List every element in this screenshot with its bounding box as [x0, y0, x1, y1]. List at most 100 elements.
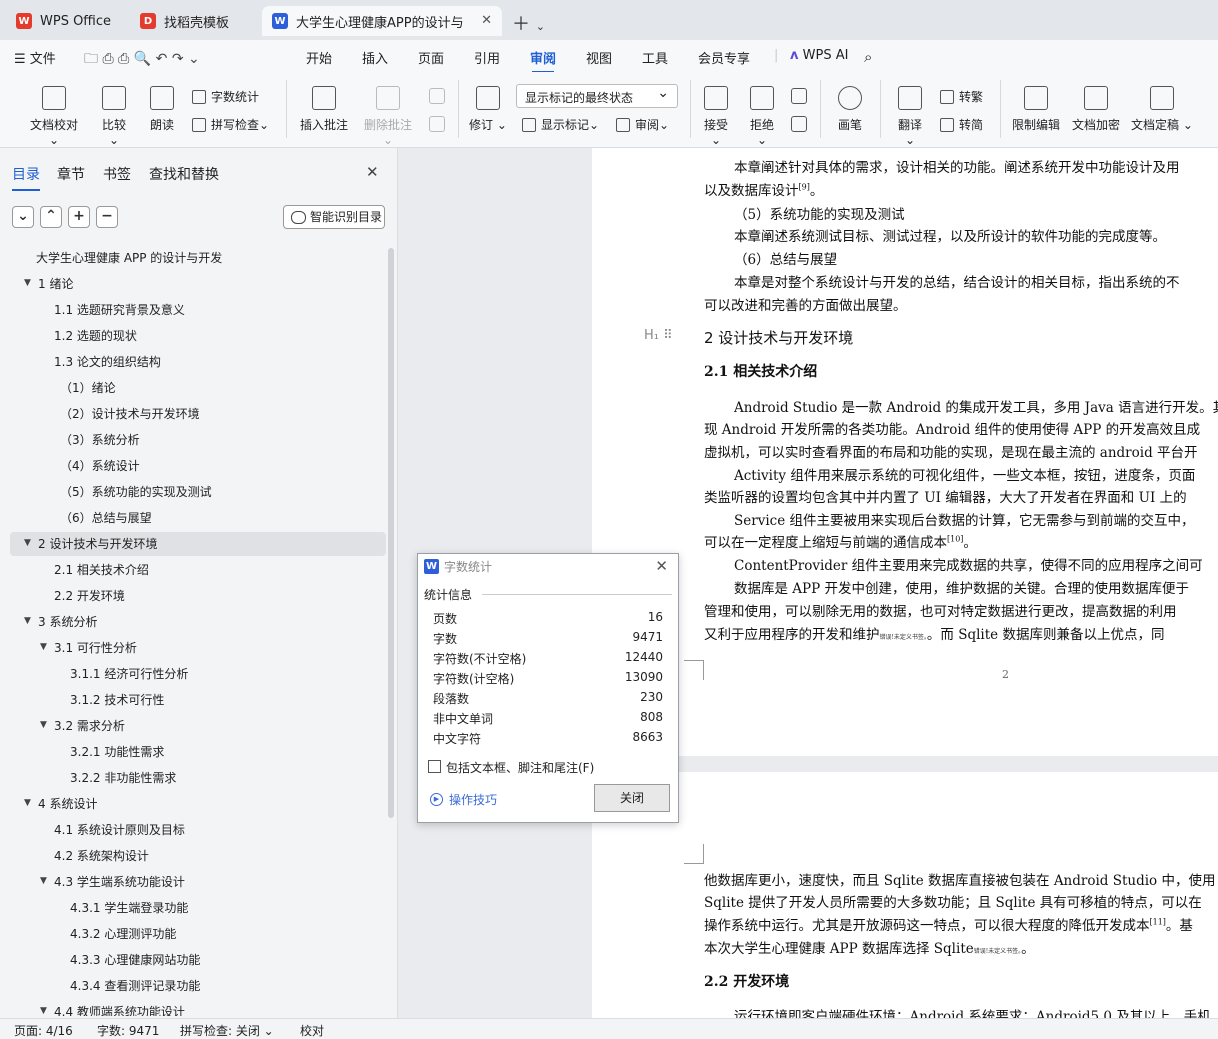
menu-page[interactable]: 页面 — [418, 48, 444, 67]
proofread-indicator[interactable]: 校对 — [300, 1022, 324, 1039]
menu-view[interactable]: 视图 — [586, 48, 612, 67]
include-textbox-checkbox[interactable] — [428, 760, 441, 773]
collapse-arrow-icon[interactable]: ▼ — [40, 642, 47, 652]
collapse-arrow-icon[interactable]: ▼ — [24, 278, 31, 288]
pen-button[interactable]: 画笔 — [834, 86, 866, 133]
tab-bookmarks[interactable]: 书签 — [103, 164, 131, 184]
toc-item[interactable]: 2.1 相关技术介绍 — [54, 558, 149, 582]
toc-item[interactable]: 1 绪论 — [38, 272, 73, 296]
close-tab-icon[interactable]: ✕ — [481, 13, 492, 28]
add-heading-button[interactable]: + — [68, 206, 90, 228]
delete-comment-button[interactable]: 删除批注 ⌄ — [358, 86, 418, 147]
read-aloud-button[interactable]: 朗读 — [146, 86, 178, 133]
toc-item[interactable]: 4.3.4 查看测评记录功能 — [70, 974, 200, 998]
tab-template[interactable]: D 找稻壳模板 — [130, 6, 256, 36]
tab-wps-office[interactable]: W WPS Office — [6, 6, 124, 36]
prev-change-button[interactable] — [788, 88, 810, 110]
quick-access-icons[interactable]: 🗀 ⎙ ⎙ 🔍 ↶ ↷ ⌄ — [84, 48, 200, 72]
review-pane-button[interactable]: 审阅 ⌄ — [616, 116, 669, 133]
tab-document[interactable]: W 大学生心理健康APP的设计与 ✕ — [262, 6, 502, 36]
next-change-button[interactable] — [788, 116, 810, 138]
to-simplified-button[interactable]: 转简 — [940, 116, 983, 133]
tab-find-replace[interactable]: 查找和替换 — [149, 164, 219, 184]
new-tab-button[interactable]: ＋ ⌄ — [512, 10, 545, 36]
search-icon[interactable]: ⌕ — [864, 48, 872, 66]
collapse-arrow-icon[interactable]: ▼ — [40, 876, 47, 886]
toc-item[interactable]: 4.3.2 心理测评功能 — [70, 922, 176, 946]
prev-comment-button[interactable] — [426, 88, 448, 110]
toc-item[interactable]: （6）总结与展望 — [60, 506, 152, 530]
menu-file[interactable]: ☰ 文件 — [14, 48, 56, 67]
toc-item[interactable]: 1.3 论文的组织结构 — [54, 350, 161, 374]
tab-chapters[interactable]: 章节 — [57, 164, 85, 184]
menu-review[interactable]: 审阅 — [530, 48, 556, 73]
tab-toc[interactable]: 目录 — [12, 164, 40, 191]
insert-comment-button[interactable]: 插入批注 — [298, 86, 350, 133]
toc-item[interactable]: （1）绪论 — [60, 376, 116, 400]
smart-toc-button[interactable]: 智能识别目录 — [283, 205, 385, 229]
remove-heading-button[interactable]: − — [96, 206, 118, 228]
collapse-all-button[interactable]: ⌄ — [12, 206, 34, 228]
toc-item[interactable]: 1.1 选题研究背景及意义 — [54, 298, 185, 322]
toc-item[interactable]: 3.2 需求分析 — [54, 714, 125, 738]
toc-item[interactable]: （4）系统设计 — [60, 454, 140, 478]
to-traditional-button[interactable]: 转繁 — [940, 88, 983, 105]
toc-item[interactable]: （5）系统功能的实现及测试 — [60, 480, 212, 504]
toc-item[interactable]: 4.3.1 学生端登录功能 — [70, 896, 188, 920]
toc-item[interactable]: （2）设计技术与开发环境 — [60, 402, 200, 426]
toc-item[interactable]: 4.3.3 心理健康网站功能 — [70, 948, 200, 972]
expand-up-button[interactable]: ⌃ — [40, 206, 62, 228]
toc-item[interactable]: 4.3 学生端系统功能设计 — [54, 870, 185, 894]
toc-item[interactable]: 3.1.2 技术可行性 — [70, 688, 164, 712]
toc-item[interactable]: 3.2.1 功能性需求 — [70, 740, 164, 764]
toc-item[interactable]: 1.2 选题的现状 — [54, 324, 137, 348]
toc-item[interactable]: （3）系统分析 — [60, 428, 140, 452]
collapse-arrow-icon[interactable]: ▼ — [24, 798, 31, 808]
show-markup-button[interactable]: 显示标记 ⌄ — [522, 116, 599, 133]
toc-item[interactable]: 2.2 开发环境 — [54, 584, 125, 608]
collapse-arrow-icon[interactable]: ▼ — [24, 616, 31, 626]
wps-ai-button[interactable]: ᴧ WPS AI — [790, 48, 848, 63]
toc-item[interactable]: 3.1.1 经济可行性分析 — [70, 662, 188, 686]
revise-button[interactable]: 修订 ⌄ — [468, 86, 508, 133]
toc-item[interactable]: 大学生心理健康 APP 的设计与开发 — [36, 246, 222, 270]
collapse-arrow-icon[interactable]: ▼ — [24, 538, 31, 548]
toc-item[interactable]: 4.4 教师端系统功能设计 — [54, 1000, 185, 1016]
toc-item[interactable]: 4.2 系统架构设计 — [54, 844, 149, 868]
menu-tools[interactable]: 工具 — [642, 48, 668, 67]
page-indicator[interactable]: 页面: 4/16 — [14, 1022, 73, 1039]
translate-button[interactable]: 翻译 ⌄ — [892, 86, 928, 147]
compare-button[interactable]: 比较 ⌄ — [96, 86, 132, 147]
markup-state-select[interactable]: 显示标记的最终状态 — [516, 84, 678, 108]
toc-item[interactable]: 3.1 可行性分析 — [54, 636, 137, 660]
close-dialog-icon[interactable]: ✕ — [655, 557, 668, 575]
toc-item-selected[interactable]: 2 设计技术与开发环境 — [10, 532, 386, 556]
menu-start[interactable]: 开始 — [306, 48, 332, 67]
word-count-indicator[interactable]: 字数: 9471 — [97, 1022, 159, 1039]
menu-member[interactable]: 会员专享 — [698, 48, 750, 67]
toc-item[interactable]: 3 系统分析 — [38, 610, 97, 634]
collapse-arrow-icon[interactable]: ▼ — [40, 1006, 47, 1016]
toc-item[interactable]: 4 系统设计 — [38, 792, 97, 816]
reject-button[interactable]: 拒绝 ⌄ — [744, 86, 780, 147]
collapse-arrow-icon[interactable]: ▼ — [40, 720, 47, 730]
close-button[interactable]: 关闭 — [594, 784, 670, 812]
restrict-edit-button[interactable]: 限制编辑 — [1010, 86, 1062, 133]
close-pane-icon[interactable]: ✕ — [366, 163, 379, 181]
encrypt-button[interactable]: 文档加密 — [1070, 86, 1122, 133]
next-comment-button[interactable] — [426, 116, 448, 138]
toc-scrollbar[interactable] — [388, 248, 394, 818]
toc-item[interactable]: 4.1 系统设计原则及目标 — [54, 818, 185, 842]
heading-handle-icon[interactable]: H₁ ⠿ — [644, 328, 673, 343]
finalize-button[interactable]: 文档定稿 ⌄ — [1130, 86, 1194, 133]
toc-item[interactable]: 3.2.2 非功能性需求 — [70, 766, 176, 790]
doc-check-button[interactable]: 文档校对 ⌄ — [26, 86, 82, 147]
menu-insert[interactable]: 插入 — [362, 48, 388, 67]
spell-check-indicator[interactable]: 拼写检查: 关闭 ⌄ — [180, 1022, 274, 1039]
accept-button[interactable]: 接受 ⌄ — [698, 86, 734, 147]
checkbox-label[interactable]: 包括文本框、脚注和尾注(F) — [446, 759, 594, 776]
tips-link[interactable]: ▶ 操作技巧 — [430, 791, 497, 808]
word-count-button[interactable]: 字数统计 — [192, 88, 259, 105]
spell-check-button[interactable]: 拼写检查 ⌄ — [192, 116, 269, 133]
menu-reference[interactable]: 引用 — [474, 48, 500, 67]
